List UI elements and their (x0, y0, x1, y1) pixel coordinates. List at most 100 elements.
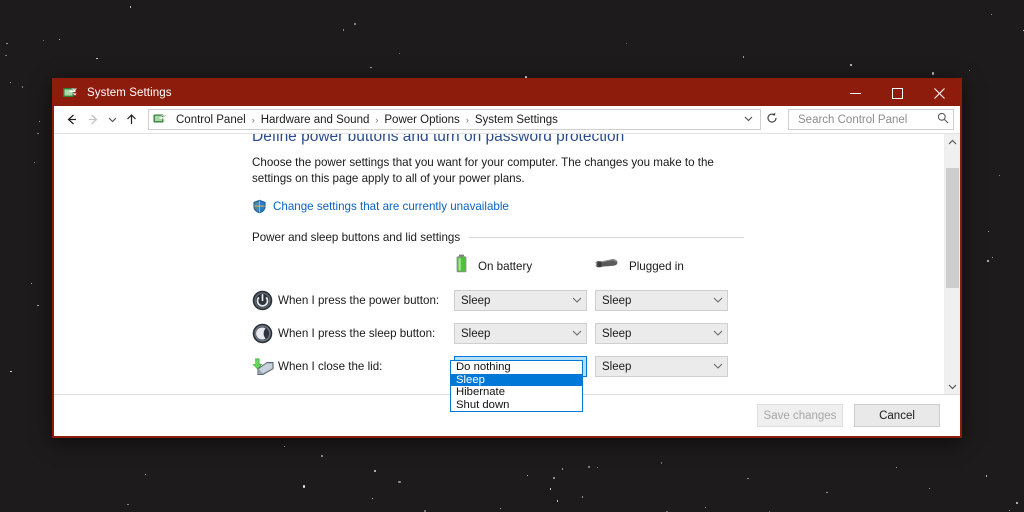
star (561, 468, 564, 471)
star (96, 58, 98, 60)
combo-sleep-button-on-battery[interactable]: Sleep (454, 323, 587, 344)
setting-label-close-lid: When I close the lid: (278, 360, 383, 373)
star (660, 462, 662, 464)
star (928, 488, 930, 490)
star (127, 503, 129, 505)
star (58, 38, 61, 41)
star (625, 42, 627, 44)
close-lid-dropdown-list[interactable]: Do nothing Sleep Hibernate Shut down (450, 360, 583, 412)
breadcrumb-item-system-settings[interactable]: System Settings (470, 114, 563, 126)
star (398, 52, 400, 54)
window-title: System Settings (87, 87, 172, 99)
combo-close-lid-plugged-in[interactable]: Sleep (595, 356, 728, 377)
up-button[interactable] (120, 109, 142, 131)
search-input[interactable] (796, 112, 937, 127)
laptop-lid-icon (252, 356, 278, 377)
star (373, 469, 377, 473)
breadcrumb[interactable]: Control Panel › Hardware and Sound › Pow… (148, 109, 761, 130)
chevron-down-icon (713, 296, 723, 306)
combo-sleep-button-plugged-in[interactable]: Sleep (595, 323, 728, 344)
back-button[interactable] (60, 109, 82, 131)
scroll-up-arrow-icon[interactable] (945, 134, 961, 150)
close-button[interactable] (918, 80, 960, 106)
star (37, 304, 40, 307)
recent-locations-chevron-down-icon[interactable] (104, 109, 120, 131)
scrollbar-thumb[interactable] (946, 168, 959, 288)
breadcrumb-item-power-options[interactable]: Power Options (379, 114, 464, 126)
minimize-button[interactable] (834, 80, 876, 106)
star (5, 55, 7, 57)
section-divider (469, 237, 744, 238)
window-body: Define power buttons and turn on passwor… (54, 134, 960, 394)
column-label-plugged-in: Plugged in (629, 259, 684, 273)
star (1016, 502, 1018, 504)
star (371, 497, 373, 499)
vertical-scrollbar[interactable] (944, 134, 960, 394)
search-icon[interactable] (937, 111, 949, 129)
column-plugged-in: Plugged in (595, 256, 736, 277)
star (370, 66, 372, 69)
star (10, 370, 12, 373)
star (129, 5, 132, 8)
search-control-panel-box[interactable] (788, 109, 954, 130)
refresh-icon[interactable] (761, 112, 783, 127)
uac-shield-icon (252, 199, 267, 214)
forward-button[interactable] (82, 109, 104, 131)
cancel-button[interactable]: Cancel (854, 404, 940, 427)
power-button-icon (252, 290, 278, 311)
star (704, 507, 707, 509)
breadcrumb-chevron-down-icon[interactable] (739, 114, 758, 125)
dropdown-option-hibernate[interactable]: Hibernate (451, 386, 582, 399)
scroll-down-arrow-icon[interactable] (945, 378, 961, 394)
setting-row-sleep-button: When I press the sleep button: Sleep Sle… (252, 323, 744, 344)
sleep-moon-icon (252, 323, 278, 344)
setting-label-sleep-button: When I press the sleep button: (278, 327, 436, 340)
star (826, 491, 828, 494)
page-title: Define power buttons and turn on passwor… (252, 134, 625, 145)
star (743, 56, 745, 58)
star (552, 476, 556, 480)
chevron-down-icon (572, 296, 582, 306)
navigation-toolbar: Control Panel › Hardware and Sound › Pow… (54, 106, 960, 134)
breadcrumb-item-hardware-and-sound[interactable]: Hardware and Sound (256, 114, 375, 126)
star (33, 161, 36, 164)
window-controls (834, 80, 960, 106)
combo-power-button-on-battery[interactable]: Sleep (454, 290, 587, 311)
save-changes-button[interactable]: Save changes (757, 404, 843, 427)
star (1009, 510, 1011, 512)
combo-value: Sleep (602, 294, 632, 307)
breadcrumb-item-control-panel[interactable]: Control Panel (171, 114, 251, 126)
chevron-down-icon (713, 362, 723, 372)
uac-link-label[interactable]: Change settings that are currently unava… (273, 200, 509, 213)
dropdown-option-do-nothing[interactable]: Do nothing (451, 361, 582, 374)
column-headers: On battery Plugged in (252, 254, 744, 278)
maximize-button[interactable] (876, 80, 918, 106)
star (581, 496, 583, 498)
change-unavailable-settings-link[interactable]: Change settings that are currently unava… (252, 199, 944, 214)
star (991, 256, 994, 259)
dropdown-option-shut-down[interactable]: Shut down (451, 399, 582, 412)
dropdown-option-sleep[interactable]: Sleep (451, 373, 582, 386)
chevron-down-icon (713, 329, 723, 339)
star (43, 39, 45, 41)
star (354, 23, 356, 26)
control-panel-icon (153, 112, 169, 127)
star (588, 466, 590, 468)
star (999, 174, 1001, 176)
star (549, 487, 552, 490)
star (342, 29, 344, 31)
star (283, 446, 285, 448)
combo-value: Sleep (461, 294, 491, 307)
star (988, 230, 990, 233)
star (37, 132, 39, 134)
star (596, 467, 599, 469)
star (895, 467, 897, 469)
star (987, 260, 989, 262)
scrollbar-track[interactable] (945, 150, 960, 378)
column-on-battery: On battery (454, 254, 595, 278)
combo-power-button-plugged-in[interactable]: Sleep (595, 290, 728, 311)
power-plug-icon (595, 256, 620, 277)
window-titlebar[interactable]: System Settings (54, 80, 960, 106)
column-label-on-battery: On battery (478, 259, 533, 273)
page-description: Choose the power settings that you want … (252, 156, 714, 185)
